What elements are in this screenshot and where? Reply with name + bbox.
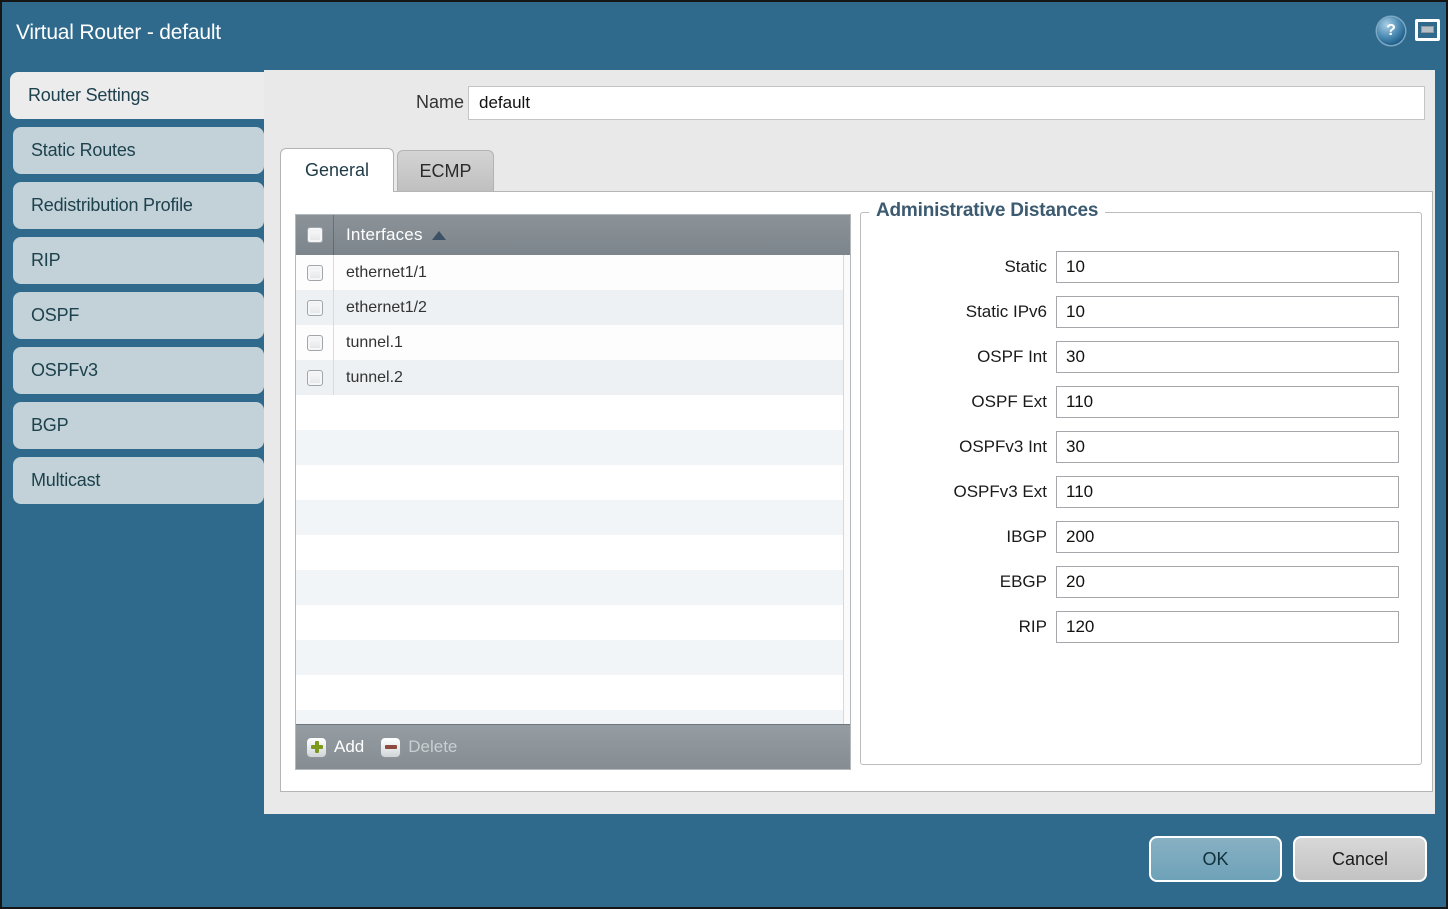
table-row[interactable]: tunnel.1	[296, 325, 843, 360]
titlebar: Virtual Router - default ?	[2, 2, 1446, 66]
field-label: Static	[861, 257, 1047, 277]
row-checkbox[interactable]	[307, 335, 323, 351]
row-checkbox-cell	[296, 290, 334, 325]
help-icon[interactable]: ?	[1377, 17, 1405, 45]
field-label: Static IPv6	[861, 302, 1047, 322]
ospf-int-distance-input[interactable]	[1056, 341, 1399, 373]
interface-name: ethernet1/2	[334, 299, 427, 317]
window-restore-inner	[1421, 26, 1434, 33]
table-toolbar: Add Delete	[296, 724, 850, 769]
table-scrollbar[interactable]	[843, 255, 850, 724]
table-row[interactable]: ethernet1/1	[296, 255, 843, 290]
field-row: OSPFv3 Ext	[861, 476, 1421, 508]
row-checkbox[interactable]	[307, 265, 323, 281]
static-distance-input[interactable]	[1056, 251, 1399, 283]
field-row: EBGP	[861, 566, 1421, 598]
row-checkbox-cell	[296, 360, 334, 395]
interfaces-column-header[interactable]: Interfaces	[296, 215, 850, 255]
field-row: Static	[861, 251, 1421, 283]
field-label: EBGP	[861, 572, 1047, 592]
sidebar-item-ospf[interactable]: OSPF	[13, 292, 264, 339]
select-all-checkbox[interactable]	[307, 227, 323, 243]
field-label: IBGP	[861, 527, 1047, 547]
plus-icon	[306, 737, 327, 758]
rip-distance-input[interactable]	[1056, 611, 1399, 643]
ibgp-distance-input[interactable]	[1056, 521, 1399, 553]
field-row: OSPFv3 Int	[861, 431, 1421, 463]
sidebar-item-rip[interactable]: RIP	[13, 237, 264, 284]
minus-icon	[380, 737, 401, 758]
sidebar-item-static-routes[interactable]: Static Routes	[13, 127, 264, 174]
field-label: OSPFv3 Int	[861, 437, 1047, 457]
row-checkbox[interactable]	[307, 300, 323, 316]
interfaces-table-body: ethernet1/1 ethernet1/2 tunnel.1 tunnel.…	[296, 255, 843, 724]
interface-name: tunnel.1	[334, 334, 403, 352]
sort-ascending-icon[interactable]	[432, 231, 446, 240]
row-checkbox-cell	[296, 325, 334, 360]
delete-button-label: Delete	[408, 737, 457, 757]
tab-ecmp[interactable]: ECMP	[397, 150, 494, 192]
ebgp-distance-input[interactable]	[1056, 566, 1399, 598]
interface-name: ethernet1/1	[334, 264, 427, 282]
interfaces-column-label: Interfaces	[346, 225, 423, 245]
sidebar-item-redistribution-profile[interactable]: Redistribution Profile	[13, 182, 264, 229]
sidebar-item-multicast[interactable]: Multicast	[13, 457, 264, 504]
field-row: Static IPv6	[861, 296, 1421, 328]
sidebar-item-bgp[interactable]: BGP	[13, 402, 264, 449]
fieldset-legend: Administrative Distances	[869, 200, 1105, 222]
field-label: OSPF Ext	[861, 392, 1047, 412]
field-label: RIP	[861, 617, 1047, 637]
table-row[interactable]: ethernet1/2	[296, 290, 843, 325]
row-checkbox[interactable]	[307, 370, 323, 386]
header-checkbox-cell	[296, 215, 334, 255]
table-row[interactable]: tunnel.2	[296, 360, 843, 395]
field-label: OSPFv3 Ext	[861, 482, 1047, 502]
static-ipv6-distance-input[interactable]	[1056, 296, 1399, 328]
administrative-distances-fieldset: Administrative Distances Static Static I…	[860, 212, 1422, 765]
sidebar: Router Settings Static Routes Redistribu…	[10, 72, 264, 512]
sidebar-item-ospfv3[interactable]: OSPFv3	[13, 347, 264, 394]
sidebar-item-router-settings[interactable]: Router Settings	[10, 72, 264, 119]
ospfv3-int-distance-input[interactable]	[1056, 431, 1399, 463]
name-label: Name	[374, 86, 464, 119]
name-input[interactable]	[468, 86, 1425, 120]
add-button-label: Add	[334, 737, 364, 757]
dialog-title: Virtual Router - default	[16, 2, 221, 66]
field-row: RIP	[861, 611, 1421, 643]
field-row: OSPF Ext	[861, 386, 1421, 418]
delete-button[interactable]: Delete	[380, 737, 457, 758]
field-label: OSPF Int	[861, 347, 1047, 367]
window-restore-icon[interactable]	[1415, 19, 1440, 41]
interfaces-table: Interfaces ethernet1/1 ethernet1/2 tunne	[295, 214, 851, 770]
cancel-button[interactable]: Cancel	[1293, 836, 1427, 882]
general-tab-panel: Interfaces ethernet1/1 ethernet1/2 tunne	[280, 191, 1433, 792]
virtual-router-dialog: Virtual Router - default ? Router Settin…	[0, 0, 1448, 909]
field-row: OSPF Int	[861, 341, 1421, 373]
add-button[interactable]: Add	[306, 737, 364, 758]
main-content: Name General ECMP Interfaces ethernet1/1	[264, 70, 1435, 814]
ospf-ext-distance-input[interactable]	[1056, 386, 1399, 418]
fieldset-rows: Static Static IPv6 OSPF Int OSPF Ext	[861, 213, 1421, 643]
row-checkbox-cell	[296, 255, 334, 290]
interface-name: tunnel.2	[334, 369, 403, 387]
field-row: IBGP	[861, 521, 1421, 553]
ok-button[interactable]: OK	[1149, 836, 1282, 882]
tab-general[interactable]: General	[280, 148, 394, 192]
ospfv3-ext-distance-input[interactable]	[1056, 476, 1399, 508]
